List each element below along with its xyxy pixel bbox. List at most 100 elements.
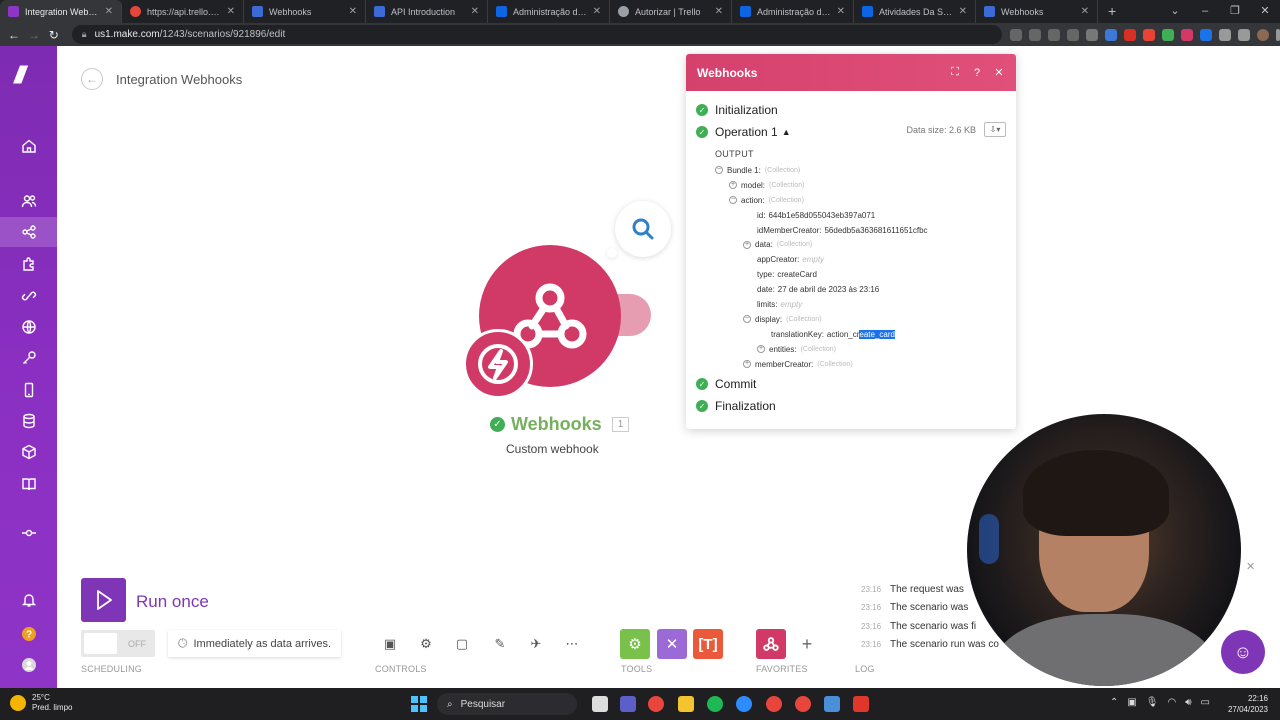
tree-row-date[interactable]: date: 27 de abril de 2023 às 23:16 [696, 282, 1006, 297]
browser-tab[interactable]: Autorizar | Trello ✕ [610, 0, 732, 23]
chrome-icon[interactable] [648, 696, 664, 712]
collapse-icon[interactable]: − [715, 166, 723, 175]
close-icon[interactable]: ✕ [959, 6, 967, 17]
schedule-setting[interactable]: 🕓︎ Immediately as data arrives. [168, 630, 342, 657]
tree-row-id-member-creator[interactable]: idMemberCreator: 56dedb5a363681611651cfb… [696, 223, 1006, 238]
text-parser-icon[interactable]: [T] [693, 629, 723, 659]
chevron-down-icon[interactable]: ⌄ [1160, 0, 1190, 23]
extension-icon[interactable] [1085, 28, 1098, 41]
extension-icon[interactable] [1161, 28, 1174, 41]
kebab-menu-icon[interactable] [1275, 28, 1280, 41]
help-question-icon[interactable]: ? [0, 619, 57, 649]
close-icon[interactable]: ✕ [1081, 6, 1089, 17]
close-icon[interactable]: ✕ [227, 6, 235, 17]
phase-commit[interactable]: ✓ Commit [696, 373, 1006, 395]
chrome-profile-icon[interactable] [795, 696, 811, 712]
tree-row-display[interactable]: − display: (Collection) [696, 312, 1006, 327]
tree-row-entities[interactable]: + entities: (Collection) [696, 342, 1006, 357]
task-view-icon[interactable] [592, 696, 608, 712]
tree-row-app-creator[interactable]: appCreator: empty [696, 252, 1006, 267]
teams-chat-icon[interactable] [620, 696, 636, 712]
zoom-icon[interactable] [1028, 28, 1041, 41]
tools-gear-icon[interactable]: ⚙ [620, 629, 650, 659]
spotify-icon[interactable] [707, 696, 723, 712]
docs-book-icon[interactable] [0, 469, 57, 499]
taskbar-search[interactable]: ⌕ Pesquisar [437, 693, 577, 715]
browser-tab[interactable]: Administração de pow ✕ [488, 0, 610, 23]
extension-icon[interactable] [1180, 28, 1193, 41]
scenario-title[interactable]: Integration Webhooks [116, 72, 242, 87]
close-icon[interactable]: ✕ [988, 66, 1010, 79]
add-favorite-plus-icon[interactable]: + [795, 632, 819, 656]
windows-start-icon[interactable] [411, 696, 427, 712]
data-stores-database-icon[interactable] [0, 406, 57, 436]
explain-flow-plane-icon[interactable]: ✈ [524, 632, 548, 656]
close-icon[interactable]: ✕ [837, 6, 845, 17]
run-once-label[interactable]: Run once [136, 592, 209, 612]
close-icon[interactable]: ✕ [471, 6, 479, 17]
expand-icon[interactable]: ⛶ [944, 66, 966, 79]
browser-tab[interactable]: Webhooks ✕ [244, 0, 366, 23]
templates-puzzle-icon[interactable] [0, 249, 57, 279]
new-tab-button[interactable]: + [1098, 0, 1126, 23]
settings-gear-icon[interactable]: ⚙ [414, 632, 438, 656]
expand-plus-icon[interactable]: + [757, 345, 765, 354]
tree-row-action[interactable]: − action: (Collection) [696, 193, 1006, 208]
devices-mobile-icon[interactable] [0, 375, 57, 405]
tree-row-member-creator[interactable]: + memberCreator: (Collection) [696, 357, 1006, 372]
data-structures-cube-icon[interactable] [0, 437, 57, 467]
auto-align-wand-icon[interactable]: ✎ [488, 632, 512, 656]
share-icon[interactable] [1047, 28, 1060, 41]
translate-icon[interactable] [1009, 28, 1022, 41]
wifi-icon[interactable]: ◠ [1168, 697, 1177, 708]
profile-avatar-icon[interactable] [0, 650, 57, 680]
commit-dot-icon[interactable] [0, 518, 57, 548]
extension-icon[interactable] [1142, 28, 1155, 41]
scenarios-share-icon[interactable] [0, 217, 57, 247]
taskbar-clock[interactable]: 22:16 27/04/2023 [1228, 693, 1268, 715]
volume-icon[interactable]: 🔊︎ [1185, 697, 1191, 708]
tree-row-translation-key[interactable]: translationKey: action_cr eate_card [696, 327, 1006, 342]
tray-app-icon[interactable]: ▣ [1127, 697, 1136, 708]
tree-row-data[interactable]: + data: (Collection) [696, 237, 1006, 252]
browser-tab[interactable]: https://api.trello.com/ ✕ [122, 0, 244, 23]
selected-text[interactable]: eate_card [859, 329, 895, 339]
expand-plus-icon[interactable]: + [743, 240, 751, 249]
restore-button[interactable]: ❐ [1220, 0, 1250, 23]
chevron-up-icon[interactable]: ⌃ [1110, 697, 1118, 708]
flow-control-icon[interactable]: ✕ [657, 629, 687, 659]
tree-row-id[interactable]: id: 644b1e58d055043eb397a071 [696, 208, 1006, 223]
module-connector-handle[interactable] [617, 294, 651, 336]
file-explorer-icon[interactable] [678, 696, 694, 712]
search-bubble[interactable] [615, 201, 671, 257]
home-icon[interactable] [0, 131, 57, 161]
favorite-webhooks-icon[interactable] [756, 629, 786, 659]
recording-app-icon[interactable] [853, 696, 869, 712]
make-logo-icon[interactable]: /// [14, 62, 44, 89]
forward-arrow-icon[interactable]: → [24, 28, 44, 42]
tree-value[interactable]: action_cr [827, 330, 859, 339]
browser-tab[interactable]: API Introduction ✕ [366, 0, 488, 23]
module-operation-count[interactable]: 1 [611, 417, 630, 432]
battery-icon[interactable]: ▭ [1201, 697, 1210, 708]
close-icon[interactable]: ✕ [593, 6, 601, 17]
weather-widget[interactable]: 25°C Pred. limpo [10, 693, 72, 713]
close-icon[interactable]: ✕ [105, 6, 113, 17]
extension-icon[interactable] [1104, 28, 1117, 41]
reload-icon[interactable]: ↻ [44, 28, 64, 42]
browser-tab[interactable]: Webhooks ✕ [976, 0, 1098, 23]
notifications-bell-icon[interactable] [0, 585, 57, 615]
caret-up-icon[interactable]: ▲ [782, 127, 791, 137]
chrome-profile-icon[interactable] [766, 696, 782, 712]
extension-icon[interactable] [1123, 28, 1136, 41]
more-options-icon[interactable]: ⋯ [560, 632, 584, 656]
tree-row-model[interactable]: + model: (Collection) [696, 178, 1006, 193]
close-icon[interactable]: ✕ [349, 6, 357, 17]
connections-link-icon[interactable] [0, 281, 57, 311]
sidebar-toggle-icon[interactable] [1237, 28, 1250, 41]
tree-row-limits[interactable]: limits: empty [696, 297, 1006, 312]
back-button[interactable]: ← [81, 68, 103, 90]
expand-plus-icon[interactable]: + [743, 360, 751, 369]
phase-initialization[interactable]: ✓ Initialization [696, 99, 1006, 121]
expand-plus-icon[interactable]: + [729, 181, 737, 190]
